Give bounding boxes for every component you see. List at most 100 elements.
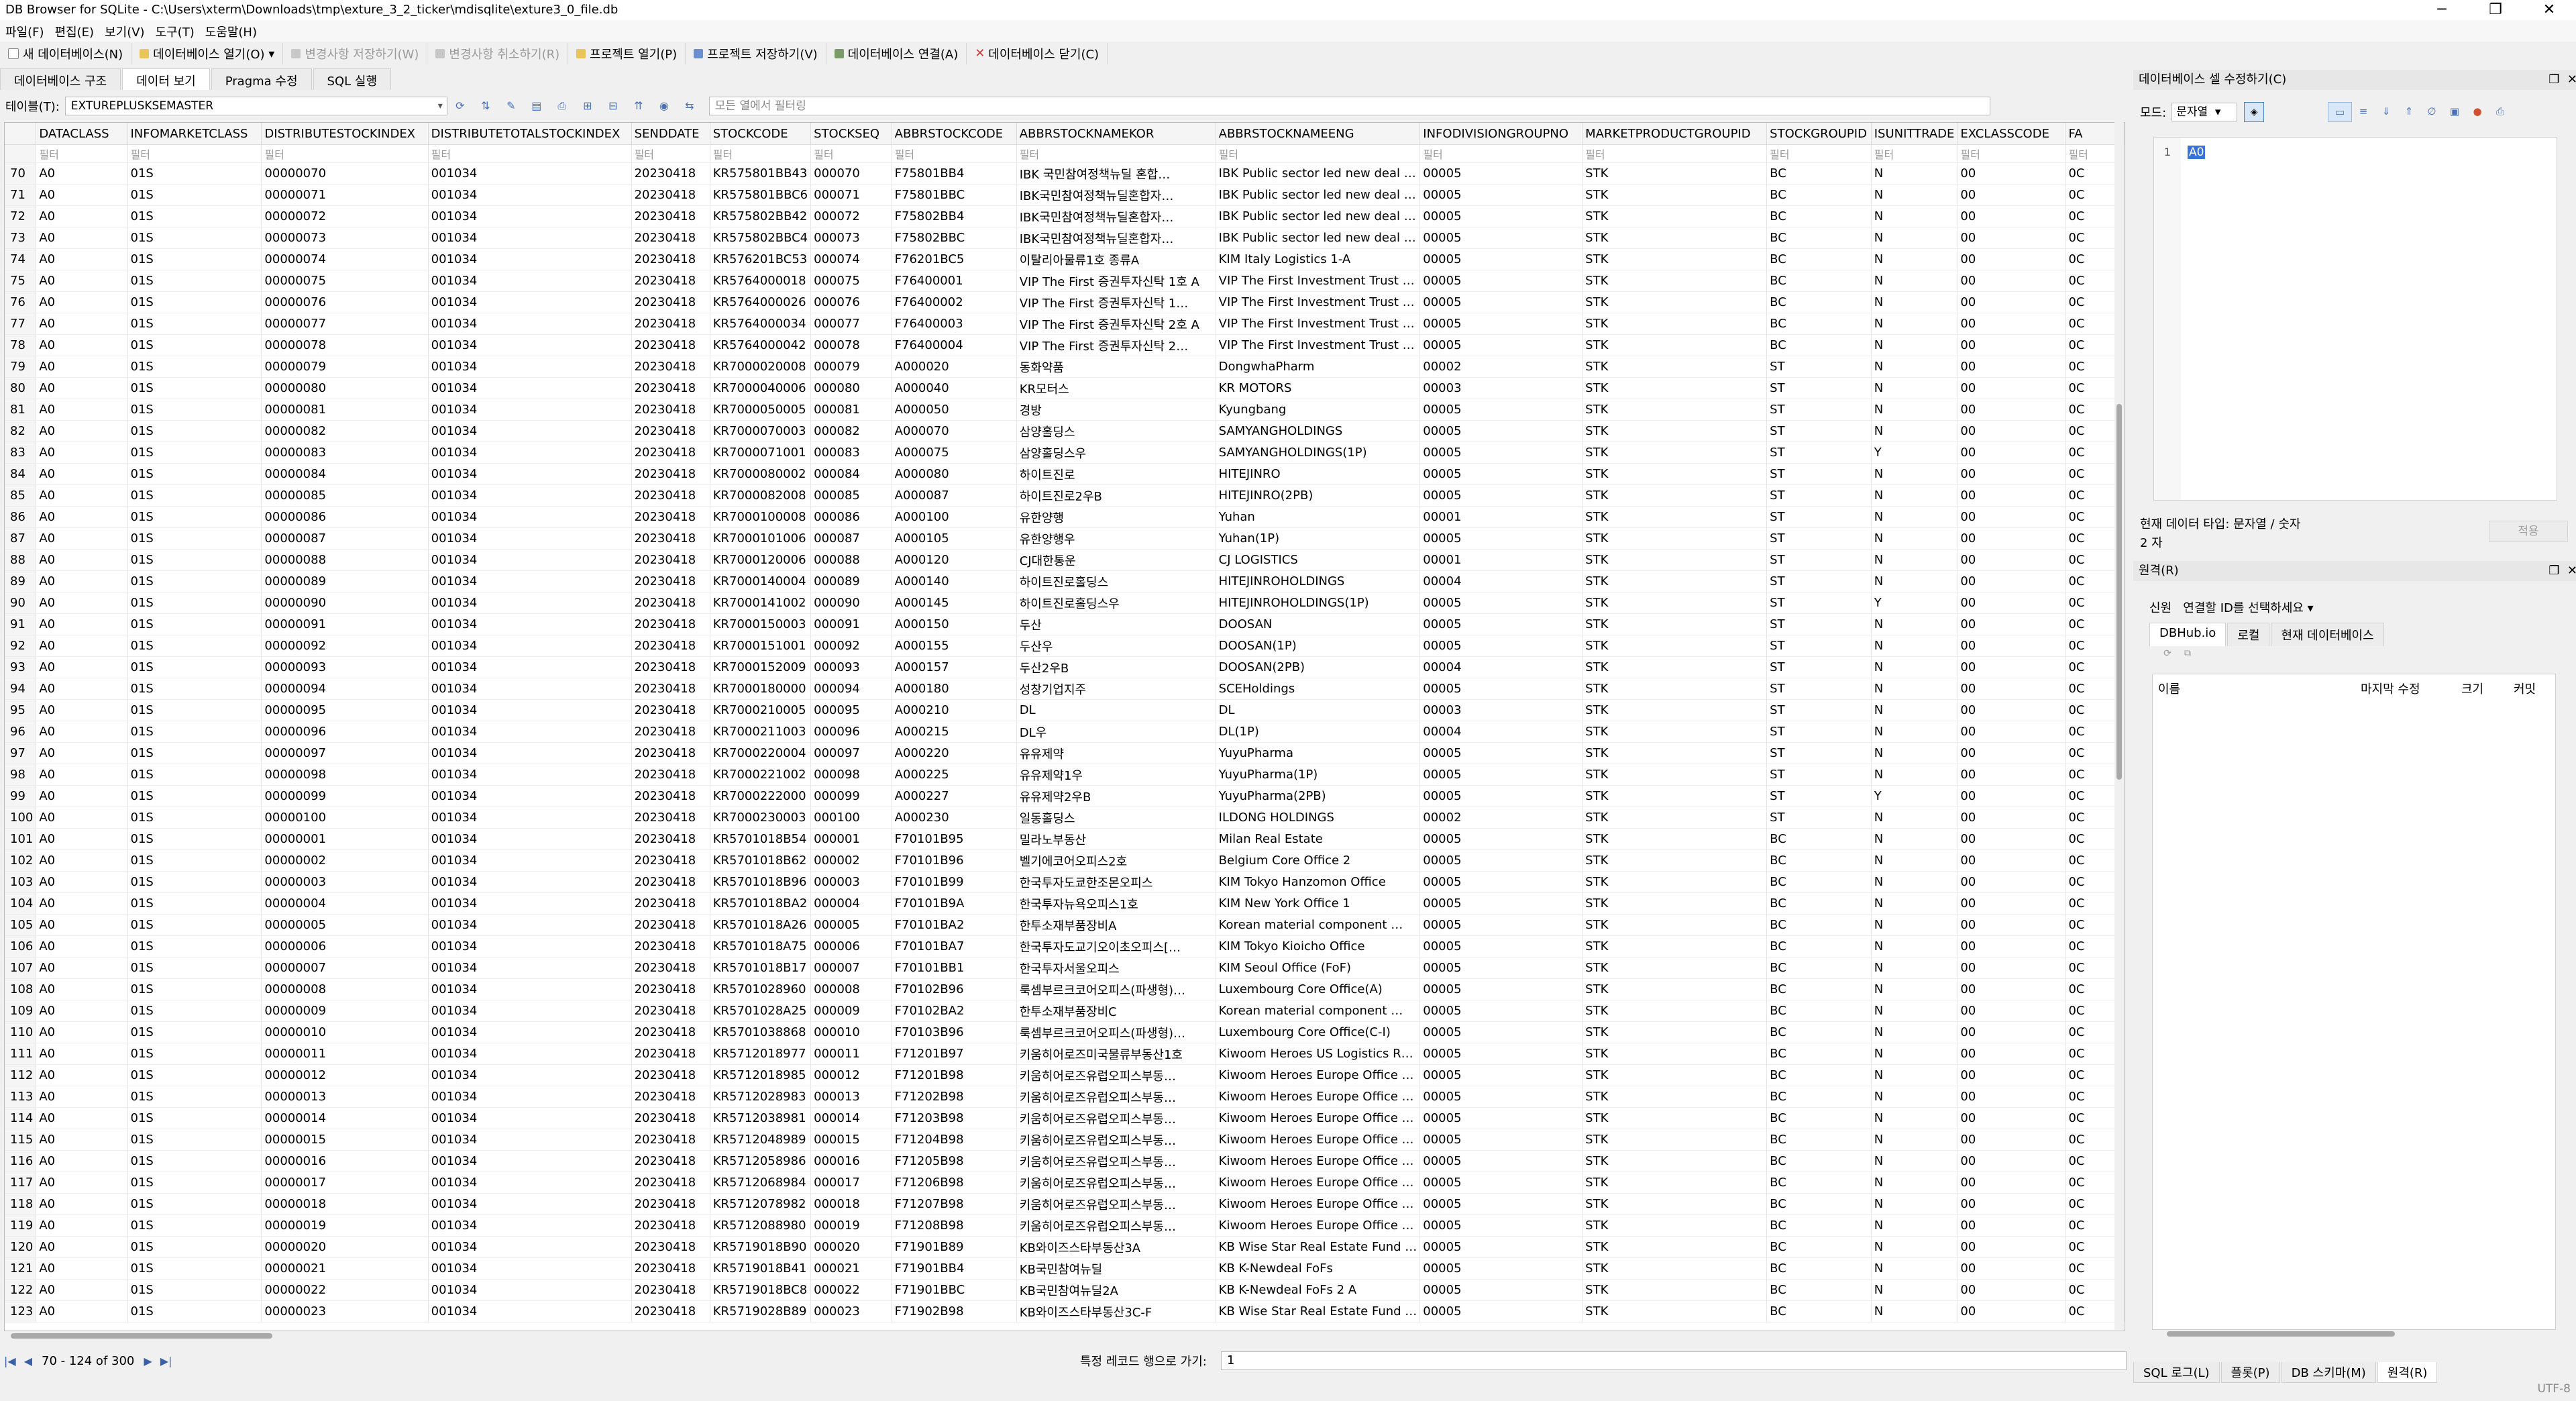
table-cell[interactable]: 001034 — [428, 592, 632, 614]
tab-sql-log[interactable]: SQL 로그(L) — [2133, 1362, 2220, 1383]
table-cell[interactable]: KR7000150003 — [710, 613, 812, 635]
table-cell[interactable]: 001034 — [428, 849, 632, 872]
table-cell[interactable]: 00005 — [1419, 1043, 1583, 1065]
clear-sort-icon[interactable]: ⇅ — [474, 97, 497, 115]
table-row[interactable]: 99 A0 01S 00000099 001034 20230418 KR700022200… — [5, 785, 2125, 807]
table-cell[interactable]: KIM Tokyo Kioicho Office — [1216, 935, 1421, 957]
column-header[interactable]: ABBRSTOCKNAMEKOR — [1016, 123, 1216, 145]
table-cell[interactable]: BC — [1766, 270, 1872, 292]
table-row[interactable]: 112 A0 01S 00000012 001034 20230418 KR57120189… — [5, 1064, 2125, 1086]
table-cell[interactable]: A0 — [36, 205, 128, 227]
table-cell[interactable]: STK — [1582, 764, 1768, 786]
menu-file[interactable]: 파일(F) — [0, 20, 50, 42]
table-cell[interactable]: 001034 — [428, 1193, 632, 1215]
table-cell[interactable]: 00 — [1957, 184, 2066, 206]
table-cell[interactable]: IBK Public sector led new deal … — [1216, 205, 1421, 227]
table-cell[interactable]: 001034 — [428, 699, 632, 721]
table-cell[interactable]: F71901BB4 — [892, 1257, 1017, 1280]
table-cell[interactable]: BC — [1766, 1064, 1872, 1086]
table-cell[interactable]: 20230418 — [631, 420, 710, 442]
table-cell[interactable]: 20230418 — [631, 807, 710, 829]
table-cell[interactable]: A000100 — [892, 506, 1017, 528]
table-cell[interactable]: 00000022 — [261, 1279, 429, 1301]
table-cell[interactable]: ST — [1766, 785, 1872, 807]
table-cell[interactable]: 01S — [127, 506, 262, 528]
tab-local[interactable]: 로컬 — [2227, 623, 2270, 646]
row-number[interactable]: 77 — [5, 313, 37, 335]
table-cell[interactable]: KR7000222000 — [710, 785, 812, 807]
table-cell[interactable]: 001034 — [428, 334, 632, 356]
table-cell[interactable]: N — [1871, 1150, 1958, 1172]
table-cell[interactable]: 00 — [1957, 1086, 2066, 1108]
table-cell[interactable]: A0 — [36, 570, 128, 592]
table-cell[interactable]: 00005 — [1419, 914, 1583, 936]
table-cell[interactable]: 01S — [127, 613, 262, 635]
table-cell[interactable]: A0 — [36, 1021, 128, 1043]
table-cell[interactable]: KR5701038868 — [710, 1021, 812, 1043]
table-cell[interactable]: 01S — [127, 1257, 262, 1280]
table-cell[interactable]: STK — [1582, 184, 1768, 206]
table-cell[interactable]: 00000078 — [261, 334, 429, 356]
row-number[interactable]: 76 — [5, 291, 37, 313]
table-cell[interactable]: A000157 — [892, 656, 1017, 678]
table-cell[interactable]: 000089 — [810, 570, 892, 592]
table-cell[interactable]: F70101B95 — [892, 828, 1017, 850]
table-cell[interactable]: 00 — [1957, 527, 2066, 550]
table-cell[interactable]: VIP The First 증권투자신탁 1호 A — [1016, 270, 1216, 292]
table-cell[interactable]: 00000082 — [261, 420, 429, 442]
table-cell[interactable]: A000145 — [892, 592, 1017, 614]
column-filter-input[interactable]: 필터 — [261, 144, 429, 163]
table-cell[interactable]: STK — [1582, 935, 1768, 957]
minimize-button[interactable]: ─ — [2415, 0, 2469, 20]
table-cell[interactable]: 01S — [127, 1107, 262, 1129]
table-cell[interactable]: F71204B98 — [892, 1129, 1017, 1151]
table-cell[interactable]: 01S — [127, 313, 262, 335]
table-cell[interactable]: STK — [1582, 1107, 1768, 1129]
table-cell[interactable]: 00000077 — [261, 313, 429, 335]
table-cell[interactable]: 00000084 — [261, 463, 429, 485]
table-cell[interactable]: A000140 — [892, 570, 1017, 592]
table-cell[interactable]: KB국민참여뉴딜2A — [1016, 1279, 1216, 1301]
table-cell[interactable]: 000002 — [810, 849, 892, 872]
table-cell[interactable]: 20230418 — [631, 785, 710, 807]
table-cell[interactable]: N — [1871, 635, 1958, 657]
table-cell[interactable]: STK — [1582, 1043, 1768, 1065]
horizontal-scrollbar[interactable] — [4, 1331, 2114, 1341]
column-filter-input[interactable]: 필터 — [127, 144, 262, 163]
table-cell[interactable]: 000075 — [810, 270, 892, 292]
table-cell[interactable]: N — [1871, 1214, 1958, 1237]
table-cell[interactable]: 20230418 — [631, 1236, 710, 1258]
table-cell[interactable]: KR5712058986 — [710, 1150, 812, 1172]
table-cell[interactable]: 유유제약2우B — [1016, 785, 1216, 807]
table-cell[interactable]: 000020 — [810, 1236, 892, 1258]
table-row[interactable]: 70 A0 01S 00000070 001034 20230418 KR575801BB4… — [5, 162, 2125, 185]
tab-dbhub[interactable]: DBHub.io — [2149, 623, 2226, 646]
table-cell[interactable]: N — [1871, 807, 1958, 829]
remote-column-name[interactable]: 이름 — [2158, 680, 2180, 697]
table-cell[interactable]: 000080 — [810, 377, 892, 399]
table-cell[interactable]: 00000072 — [261, 205, 429, 227]
insert-record-icon[interactable]: ⊞ — [576, 97, 599, 115]
table-cell[interactable]: DL — [1016, 699, 1216, 721]
table-cell[interactable]: A0 — [36, 849, 128, 872]
table-cell[interactable]: 20230418 — [631, 313, 710, 335]
table-cell[interactable]: ST — [1766, 506, 1872, 528]
menu-help[interactable]: 도움말(H) — [200, 20, 262, 42]
table-cell[interactable]: 001034 — [428, 892, 632, 915]
table-row[interactable]: 98 A0 01S 00000098 001034 20230418 KR700022100… — [5, 764, 2125, 786]
column-filter-input[interactable]: 필터 — [428, 144, 632, 163]
table-cell[interactable]: 01S — [127, 914, 262, 936]
table-cell[interactable]: F71205B98 — [892, 1150, 1017, 1172]
row-number[interactable]: 114 — [5, 1107, 37, 1129]
table-row[interactable]: 113 A0 01S 00000013 001034 20230418 KR57120289… — [5, 1086, 2125, 1108]
table-cell[interactable]: 000016 — [810, 1150, 892, 1172]
table-cell[interactable]: F75801BB4 — [892, 162, 1017, 185]
column-header[interactable]: STOCKGROUPID — [1766, 123, 1872, 145]
table-cell[interactable]: BC — [1766, 205, 1872, 227]
table-cell[interactable]: KR5719018B90 — [710, 1236, 812, 1258]
table-cell[interactable]: 00002 — [1419, 807, 1583, 829]
table-cell[interactable]: A0 — [36, 248, 128, 270]
table-cell[interactable]: 00 — [1957, 1214, 2066, 1237]
table-cell[interactable]: KR7000220004 — [710, 742, 812, 764]
table-cell[interactable]: 000088 — [810, 549, 892, 571]
